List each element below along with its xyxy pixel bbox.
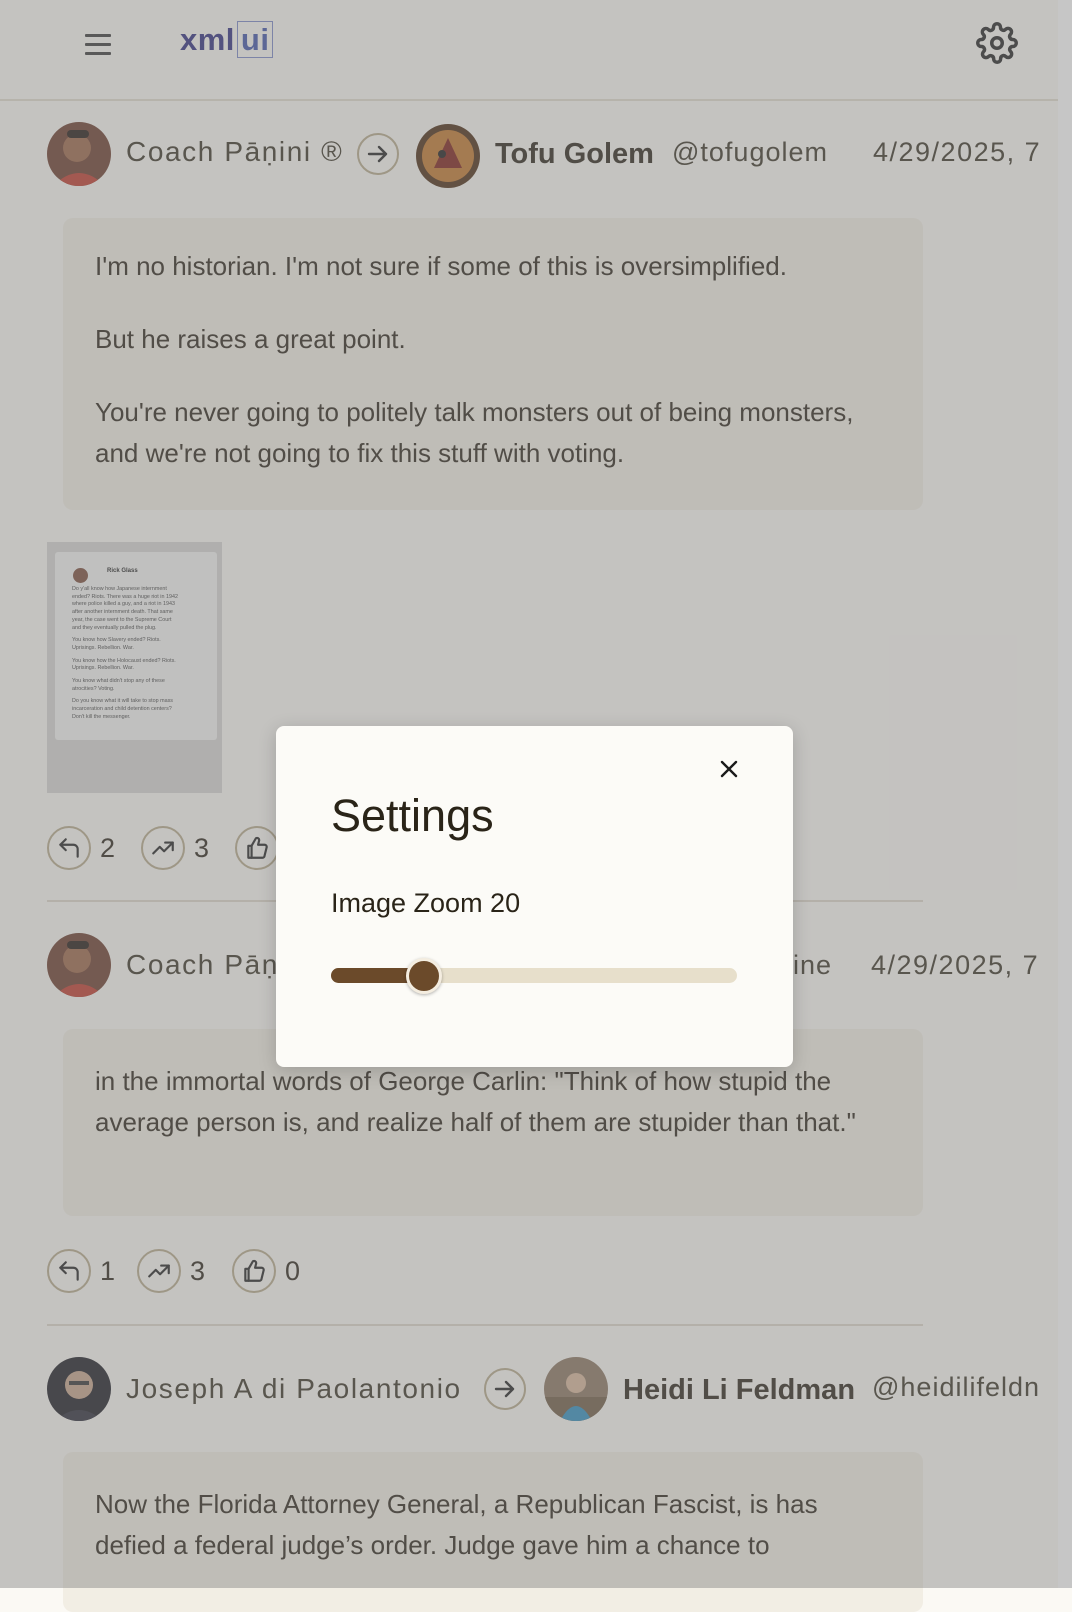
dialog-title: Settings — [331, 790, 494, 841]
slider-thumb[interactable] — [406, 958, 442, 994]
image-zoom-label: Image Zoom 20 — [331, 888, 521, 918]
settings-dialog: Settings Image Zoom 20 — [276, 726, 793, 1067]
close-icon[interactable] — [716, 756, 742, 782]
image-zoom-slider[interactable] — [331, 958, 737, 994]
